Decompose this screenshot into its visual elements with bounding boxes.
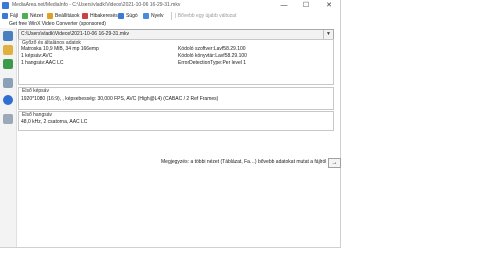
close-button[interactable]: ✕	[318, 0, 340, 11]
menu-language[interactable]: Nyelv	[143, 12, 164, 20]
language-icon	[143, 12, 149, 19]
video-detail: 1920*1080 (16:9), , képsebesség: 30,000 …	[21, 96, 219, 102]
maximize-button[interactable]: ☐	[295, 0, 317, 11]
chevron-down-icon[interactable]: ▼	[323, 30, 333, 39]
menu-settings[interactable]: Beállítások	[47, 12, 79, 20]
info-icon[interactable]	[3, 95, 13, 105]
audio-detail: 48,0 kHz, 2 csatorna, AAC LC	[21, 119, 88, 125]
audio-section: Első hangsáv 48,0 kHz, 2 csatorna, AAC L…	[18, 111, 334, 131]
menu-file[interactable]: Fájl	[2, 12, 18, 20]
video-title: Első képsáv	[22, 88, 49, 94]
preferences-icon[interactable]	[3, 114, 13, 124]
general-left-line: Matroska 10,9 MiB, 34 mp 166emp	[21, 46, 99, 52]
open-folder-icon[interactable]	[3, 45, 13, 55]
general-right-line: Kódoló szoftver:Lavf58.29.100	[178, 46, 246, 52]
audio-title: Első hangsáv	[22, 112, 53, 118]
video-section: Első képsáv 1920*1080 (16:9), , képsebes…	[18, 87, 334, 110]
next-view-button[interactable]: →	[328, 158, 341, 168]
app-icon	[2, 2, 9, 9]
debug-icon	[82, 12, 88, 19]
open-file-icon[interactable]	[3, 31, 13, 41]
export-icon[interactable]	[3, 59, 13, 69]
sponsored-link[interactable]: Get free WinX Video Converter (sponsored…	[9, 21, 106, 28]
version-hint[interactable]: | Bővebb egy újabb változat	[171, 12, 236, 20]
title-bar[interactable]: MediaArea.net/MediaInfo - C:\Users\vladk…	[0, 0, 340, 11]
view-icon	[22, 12, 28, 19]
footer-note: Megjegyzés: a többi nézet (Táblázat, Fa……	[161, 159, 327, 165]
sheet-icon[interactable]	[3, 78, 13, 88]
general-right-line: Kódoló könyvtár:Lavf58.29.100	[178, 53, 247, 59]
file-path: C:\Users\vladk\Videos\2021-10-06 16-29-3…	[21, 31, 130, 37]
menu-debug[interactable]: Hibakeresés	[82, 12, 118, 20]
menu-bar: Fájl Nézet Beállítások Hibakeresés Súgó …	[0, 11, 340, 21]
general-section: Győző és általános adatok Matroska 10,9 …	[18, 39, 334, 85]
left-toolbar	[0, 28, 17, 247]
general-left-line: 1 képsáv:AVC	[21, 53, 53, 59]
window-title: MediaArea.net/MediaInfo - C:\Users\vladk…	[12, 2, 181, 8]
help-icon	[118, 12, 124, 19]
general-right-line: ErrorDetectionType:Per level 1	[178, 60, 247, 66]
general-left-line: 1 hangsáv:AAC LC	[21, 60, 64, 66]
menu-help[interactable]: Súgó	[118, 12, 138, 20]
mediainfo-window: MediaArea.net/MediaInfo - C:\Users\vladk…	[0, 0, 341, 248]
menu-view[interactable]: Nézet	[22, 12, 43, 20]
minimize-button[interactable]: —	[273, 0, 295, 11]
file-icon	[2, 12, 8, 19]
settings-icon	[47, 12, 53, 19]
